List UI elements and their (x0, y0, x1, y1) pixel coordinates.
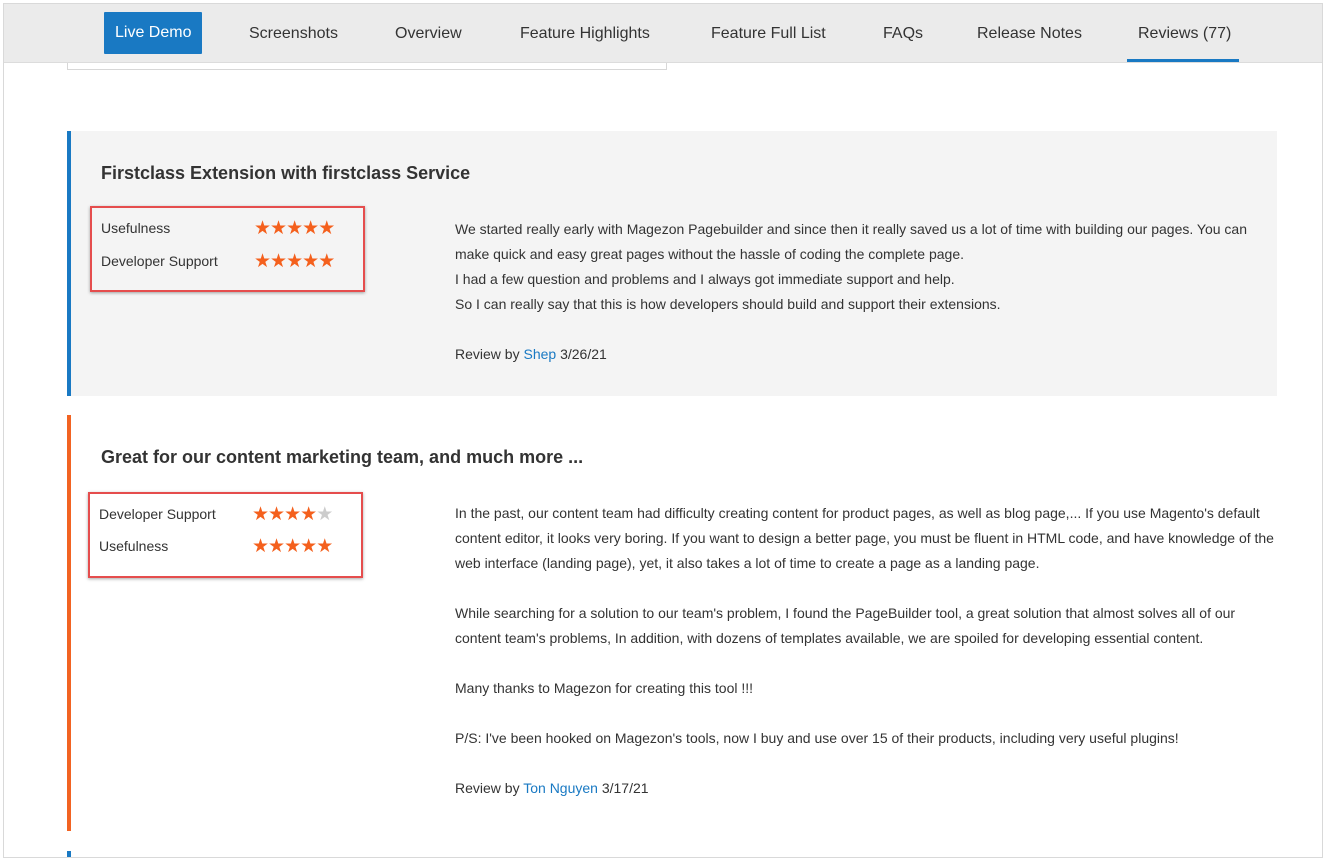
review-title: Firstclass Extension with firstclass Ser… (101, 163, 471, 183)
review-date: 3/17/21 (601, 780, 649, 796)
tab-reviews[interactable]: Reviews (77) (1138, 4, 1231, 63)
review-paragraph: So I can really say that this is how dev… (455, 296, 1001, 312)
page: Live Demo Screenshots Overview Feature H… (3, 3, 1323, 858)
star-rating: ★★★★★ (254, 218, 335, 240)
rating-label: Usefulness (99, 538, 169, 554)
star-rating: ★★★★★ (252, 504, 333, 526)
star-icon: ★ (318, 251, 335, 272)
review-by-label: Review by (455, 780, 520, 796)
star-icon: ★ (316, 536, 333, 557)
star-icon: ★ (252, 536, 269, 557)
panel-edge (67, 63, 667, 70)
review-paragraph: I had a few question and problems and I … (455, 271, 955, 287)
live-demo-button[interactable]: Live Demo (104, 12, 203, 54)
star-icon: ★ (316, 504, 333, 525)
rating-row: Developer Support ★★★★★ (101, 251, 356, 273)
ratings-highlight-box: Developer Support ★★★★★ Usefulness ★★★★★ (88, 492, 363, 578)
star-icon: ★ (252, 504, 269, 525)
star-icon: ★ (254, 218, 271, 239)
star-icon: ★ (300, 504, 317, 525)
rating-row: Usefulness ★★★★★ (99, 536, 354, 558)
star-icon: ★ (302, 218, 319, 239)
review-paragraph: P/S: I've been hooked on Magezon's tools… (455, 730, 1179, 746)
tab-feature-full-list[interactable]: Feature Full List (711, 4, 826, 63)
rating-label: Usefulness (101, 220, 171, 236)
review-paragraph: While searching for a solution to our te… (455, 605, 1236, 646)
review-paragraph: Many thanks to Magezon for creating this… (455, 680, 754, 696)
rating-label: Developer Support (99, 506, 216, 522)
star-icon: ★ (270, 251, 287, 272)
review-title: Great for our content marketing team, an… (101, 447, 584, 467)
rating-row: Usefulness ★★★★★ (101, 218, 356, 240)
star-icon: ★ (318, 218, 335, 239)
star-icon: ★ (300, 536, 317, 557)
active-tab-indicator (1127, 59, 1239, 62)
star-icon: ★ (302, 251, 319, 272)
review-paragraph: We started really early with Magezon Pag… (455, 221, 1247, 262)
review-text: We started really early with Magezon Pag… (455, 217, 1281, 317)
tab-overview[interactable]: Overview (395, 4, 462, 63)
star-rating: ★★★★★ (254, 251, 335, 273)
rating-label: Developer Support (101, 253, 218, 269)
tab-faqs[interactable]: FAQs (883, 4, 923, 63)
review-card: Firstclass Extension with firstclass Ser… (67, 131, 1277, 396)
review-author-link[interactable]: Ton Nguyen (523, 780, 598, 796)
next-review-edge (67, 851, 71, 857)
rating-row: Developer Support ★★★★★ (99, 504, 354, 526)
review-author-link[interactable]: Shep (523, 346, 556, 362)
star-icon: ★ (270, 218, 287, 239)
review-meta: Review by Shep 3/26/21 (455, 346, 607, 362)
star-icon: ★ (254, 251, 271, 272)
review-meta: Review by Ton Nguyen 3/17/21 (455, 780, 649, 796)
ratings-highlight-box: Usefulness ★★★★★ Developer Support ★★★★★ (90, 206, 365, 292)
tab-release-notes[interactable]: Release Notes (977, 4, 1082, 63)
review-by-label: Review by (455, 346, 520, 362)
review-date: 3/26/21 (560, 346, 607, 362)
star-icon: ★ (284, 536, 301, 557)
tab-screenshots[interactable]: Screenshots (249, 4, 338, 63)
star-icon: ★ (284, 504, 301, 525)
review-card: Great for our content marketing team, an… (67, 415, 1277, 831)
star-icon: ★ (268, 504, 285, 525)
star-rating: ★★★★★ (252, 536, 333, 558)
star-icon: ★ (286, 218, 303, 239)
review-paragraph: In the past, our content team had diffic… (455, 505, 1274, 571)
star-icon: ★ (268, 536, 285, 557)
star-icon: ★ (286, 251, 303, 272)
product-tab-nav: Live Demo Screenshots Overview Feature H… (4, 4, 1322, 63)
tab-feature-highlights[interactable]: Feature Highlights (520, 4, 650, 63)
review-text: In the past, our content team had diffic… (455, 501, 1281, 751)
